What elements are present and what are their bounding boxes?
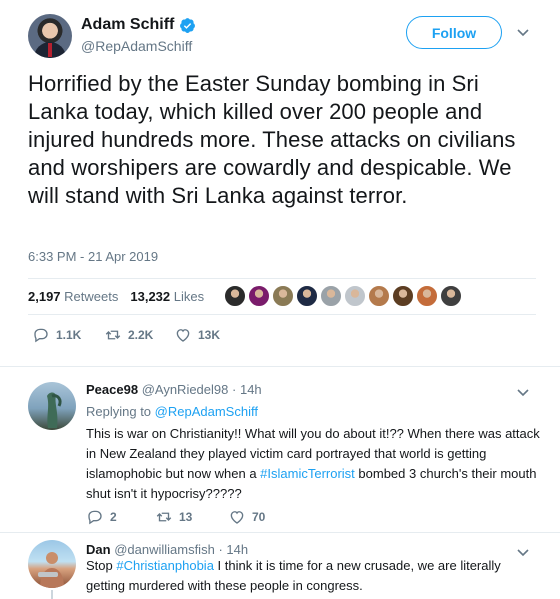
hashtag-link[interactable]: #Christianphobia xyxy=(116,558,214,573)
reply-icon xyxy=(34,328,48,343)
avatar[interactable] xyxy=(28,382,76,430)
liker-avatar[interactable] xyxy=(368,285,391,307)
retweet-count: 13 xyxy=(179,510,193,524)
tweet-actions: 1.1K 2.2K 13K xyxy=(32,326,432,352)
like-count: 13K xyxy=(198,328,221,342)
replying-to-mention[interactable]: @RepAdamSchiff xyxy=(155,404,258,419)
likes-label: Likes xyxy=(173,288,205,304)
reply-text: This is war on Christianity!! What will … xyxy=(86,424,541,504)
liker-avatar[interactable] xyxy=(248,285,271,307)
liker-avatar[interactable] xyxy=(296,285,319,307)
replying-to: Replying to @RepAdamSchiff xyxy=(86,404,258,419)
statue-icon xyxy=(47,392,62,428)
thread-connector xyxy=(51,590,53,599)
retweets-stat[interactable]: 2,197 Retweets xyxy=(28,289,118,304)
reply-author-handle[interactable]: @AynRiedel98 xyxy=(142,382,229,397)
engagement-stats: 2,197 Retweets 13,232 Likes xyxy=(28,279,538,313)
reply-text: Stop #Christianphobia I think it is time… xyxy=(86,556,536,596)
liker-avatar[interactable] xyxy=(224,285,247,307)
hashtag-link[interactable]: #IslamicTerrorist xyxy=(260,466,355,481)
liker-avatars[interactable] xyxy=(224,285,464,307)
verified-badge-icon xyxy=(180,17,196,33)
reply-author-handle[interactable]: @danwilliamsfish xyxy=(114,542,215,557)
reply-icon xyxy=(88,510,102,525)
author-handle[interactable]: @RepAdamSchiff xyxy=(81,38,196,54)
retweet-icon xyxy=(156,512,172,522)
follow-button[interactable]: Follow xyxy=(406,16,502,49)
retweet-button[interactable]: 2.2K xyxy=(104,326,153,344)
heart-icon xyxy=(230,511,244,524)
author-row: Adam Schiff @RepAdamSchiff Follow xyxy=(28,14,548,58)
liker-avatar[interactable] xyxy=(272,285,295,307)
separator: · xyxy=(218,542,223,557)
likes-count: 13,232 xyxy=(130,288,171,304)
reply-header: Dan @danwilliamsfish · 14h xyxy=(86,542,248,557)
reply-header: Peace98 @AynRiedel98 · 14h xyxy=(86,382,262,397)
reply-text-before: Stop xyxy=(86,558,117,573)
avatar-tie xyxy=(48,43,52,57)
author-name-text[interactable]: Adam Schiff xyxy=(81,16,174,34)
avatar[interactable] xyxy=(28,540,76,588)
retweet-button[interactable]: 13 xyxy=(155,508,192,526)
reply-count: 2 xyxy=(110,510,117,524)
author-name-block: Adam Schiff @RepAdamSchiff xyxy=(81,16,196,54)
reply-button[interactable]: 2 xyxy=(86,508,117,526)
tweet-text: Horrified by the Easter Sunday bombing i… xyxy=(28,71,516,208)
reply-time[interactable]: 14h xyxy=(240,382,262,397)
liker-avatar[interactable] xyxy=(416,285,439,307)
retweets-label: Retweets xyxy=(64,288,119,304)
like-button[interactable]: 70 xyxy=(228,508,265,526)
reply-time[interactable]: 14h xyxy=(226,542,248,557)
person-photo-icon xyxy=(38,552,64,588)
reply-author-name[interactable]: Peace98 xyxy=(86,382,138,397)
avatar[interactable] xyxy=(28,14,72,58)
reply-count: 1.1K xyxy=(56,328,82,342)
heart-icon xyxy=(176,329,190,342)
retweets-count: 2,197 xyxy=(28,288,61,304)
reply-author-name[interactable]: Dan xyxy=(86,542,111,557)
divider xyxy=(28,314,536,315)
tweet-timestamp[interactable]: 6:33 PM - 21 Apr 2019 xyxy=(28,249,158,264)
author-display-name[interactable]: Adam Schiff xyxy=(81,16,196,34)
separator: · xyxy=(232,382,237,397)
reply-button[interactable]: 1.1K xyxy=(32,326,81,344)
like-count: 70 xyxy=(252,510,266,524)
liker-avatar[interactable] xyxy=(320,285,343,307)
liker-avatar[interactable] xyxy=(440,285,463,307)
retweet-icon xyxy=(105,330,121,340)
replying-to-label: Replying to xyxy=(86,404,152,419)
like-button[interactable]: 13K xyxy=(174,326,220,344)
liker-avatar[interactable] xyxy=(344,285,367,307)
divider xyxy=(0,366,560,367)
retweet-count: 2.2K xyxy=(128,328,154,342)
divider xyxy=(0,532,560,533)
liker-avatar[interactable] xyxy=(392,285,415,307)
chevron-down-icon[interactable] xyxy=(517,28,529,38)
likes-stat[interactable]: 13,232 Likes xyxy=(130,289,204,304)
chevron-down-icon[interactable] xyxy=(517,388,529,398)
